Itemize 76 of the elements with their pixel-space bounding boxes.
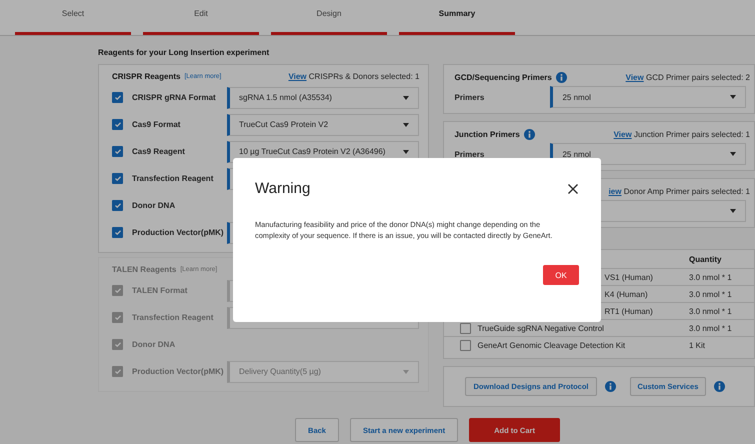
table-cell-text: TrueGuide sgRNA Negative Control bbox=[477, 324, 605, 332]
panel-title: Junction Primers bbox=[454, 130, 520, 138]
dropdown[interactable]: 25 nmol bbox=[550, 86, 746, 108]
table-cell-text: VS1 (Human) bbox=[604, 272, 654, 282]
checkbox[interactable] bbox=[112, 227, 123, 238]
reagent-label: Donor DNA bbox=[132, 201, 176, 210]
view-link[interactable]: iew bbox=[608, 186, 622, 196]
checkmark-icon bbox=[114, 369, 120, 374]
step-tab[interactable]: Select bbox=[15, 0, 131, 35]
selection-note: View GCD Primer pairs selected: 2 bbox=[626, 72, 750, 82]
checkmark-icon bbox=[114, 95, 120, 100]
column-header: Quantity bbox=[689, 254, 722, 264]
reagent-label: TALEN Format bbox=[132, 286, 188, 295]
step-tab[interactable]: Edit bbox=[143, 0, 259, 35]
section-heading: Reagents for your Long Insertion experiment bbox=[98, 48, 270, 57]
info-icon[interactable] bbox=[714, 381, 726, 392]
reagent-label: Cas9 Format bbox=[132, 120, 182, 129]
dropdown[interactable]: TrueCut Cas9 Protein V2 bbox=[227, 114, 420, 136]
panel-title: CRISPR Reagents bbox=[112, 72, 180, 81]
checkbox[interactable] bbox=[112, 146, 123, 157]
reagent-label: Cas9 Reagent bbox=[132, 147, 186, 156]
caret-icon bbox=[403, 122, 410, 126]
info-icon[interactable] bbox=[524, 128, 535, 140]
checkmark-icon bbox=[114, 203, 120, 208]
caret-icon bbox=[730, 95, 736, 99]
dialog-title: Warning bbox=[255, 180, 310, 197]
view-link[interactable]: View bbox=[614, 130, 632, 138]
checkmark-icon bbox=[114, 342, 120, 347]
dropdown[interactable]: sgRNA 1.5 nmol (A35534) bbox=[227, 86, 420, 108]
info-icon[interactable] bbox=[604, 381, 616, 392]
caret-icon bbox=[403, 96, 410, 100]
caret-icon bbox=[403, 370, 410, 374]
row-label: Primers bbox=[454, 92, 486, 102]
table-cell-text: 3.0 nmol * 1 bbox=[689, 290, 733, 298]
checkmark-icon bbox=[114, 315, 120, 320]
reagent-label: Production Vector(pMK) bbox=[132, 228, 225, 237]
checkmark-icon bbox=[114, 176, 120, 181]
step-tab[interactable]: Summary bbox=[399, 0, 515, 35]
checkbox[interactable] bbox=[112, 119, 123, 130]
table-cell-text: 1 Kit bbox=[689, 341, 706, 350]
caret-icon bbox=[730, 209, 736, 213]
checkmark-icon bbox=[114, 230, 120, 235]
reagent-label: Production Vector(pMK) bbox=[132, 367, 225, 376]
caret-icon bbox=[403, 150, 410, 154]
info-icon[interactable] bbox=[556, 72, 567, 82]
reagent-label: Transfection Reagent bbox=[132, 313, 214, 322]
reagent-label: Donor DNA bbox=[132, 340, 176, 349]
step-tab[interactable]: Design bbox=[271, 0, 387, 35]
caret-icon bbox=[730, 152, 736, 156]
checkbox[interactable] bbox=[112, 173, 123, 184]
table-cell-text: 3.0 nmol * 1 bbox=[689, 324, 733, 332]
close-icon[interactable] bbox=[567, 182, 579, 194]
panel-title: TALEN Reagents bbox=[112, 265, 176, 274]
checkbox[interactable] bbox=[112, 200, 123, 211]
reagent-label: Transfection Reagent bbox=[132, 174, 214, 183]
selection-note: View Junction Primer pairs selected: 1 bbox=[614, 130, 750, 138]
table-cell-text: K4 (Human) bbox=[604, 290, 649, 298]
checkmark-icon bbox=[114, 122, 120, 127]
checkbox[interactable] bbox=[460, 322, 472, 334]
table-cell-text: GeneArt Genomic Cleavage Detection Kit bbox=[477, 341, 626, 350]
checkmark-icon bbox=[114, 288, 120, 293]
selection-note: iew Donor Amp Primer pairs selected: 1 bbox=[608, 186, 750, 196]
dropdown[interactable]: 25 nmol bbox=[550, 143, 746, 165]
checkbox[interactable] bbox=[460, 340, 472, 351]
reagent-label: CRISPR gRNA Format bbox=[132, 93, 217, 102]
checkmark-icon bbox=[114, 149, 120, 154]
table-cell-text: 3.0 nmol * 1 bbox=[689, 272, 733, 282]
row-label: Primers bbox=[454, 150, 486, 158]
ok-button[interactable]: OK bbox=[543, 265, 579, 285]
view-link[interactable]: View bbox=[626, 72, 644, 82]
selection-note: View CRISPRs & Donors selected: 1 bbox=[288, 72, 420, 81]
table-cell-text: 3.0 nmol * 1 bbox=[689, 306, 733, 316]
panel-title: GCD/Sequencing Primers bbox=[454, 72, 552, 82]
checkbox[interactable] bbox=[112, 92, 123, 103]
table-cell-text: RT1 (Human) bbox=[604, 306, 654, 316]
view-link[interactable]: View bbox=[288, 72, 307, 81]
